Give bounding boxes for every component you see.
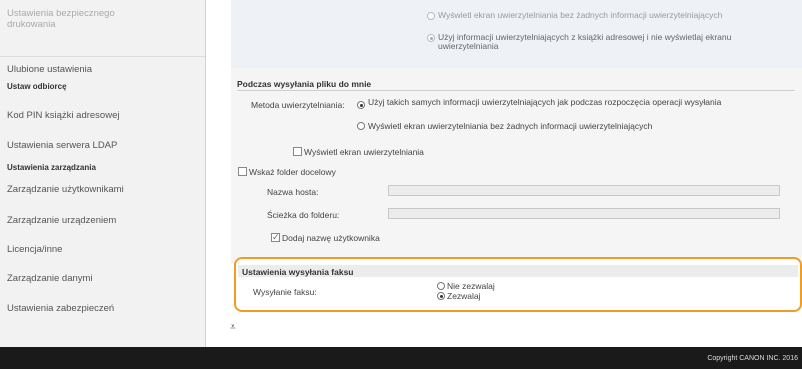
sidebar-item-license[interactable]: Licencja/inne: [7, 244, 199, 255]
auth-same-label: Użyj takich samych informacji uwierzytel…: [368, 97, 722, 107]
settings-panel: Wyświetl ekran uwierzytelniania bez żadn…: [231, 0, 802, 264]
folder-path-input[interactable]: [388, 208, 780, 219]
fax-section-title: Ustawienia wysyłania faksu: [242, 267, 354, 277]
fax-deny-label: Nie zezwalaj: [447, 281, 495, 291]
radio-top-opt1[interactable]: [427, 12, 435, 20]
sidebar-item-favorites[interactable]: Ulubione ustawienia: [7, 64, 199, 75]
auth-method-label: Metoda uwierzytelniania:: [251, 100, 345, 110]
radio-top-opt2[interactable]: [427, 34, 435, 42]
add-username-label: Dodaj nazwę użytkownika: [282, 233, 380, 243]
dest-folder-label: Wskaż folder docelowy: [249, 167, 336, 177]
sidebar-item-address-book-pin[interactable]: Kod PIN książki adresowej: [7, 110, 199, 121]
fax-send-label: Wysyłanie faksu:: [253, 287, 317, 297]
sidebar-item-ldap[interactable]: Ustawienia serwera LDAP: [7, 140, 199, 151]
top-options-area: Wyświetl ekran uwierzytelniania bez żadn…: [231, 0, 802, 68]
fax-allow-label: Zezwalaj: [447, 291, 481, 301]
top-opt1-label: Wyświetl ekran uwierzytelniania bez żadn…: [438, 10, 723, 20]
folder-path-label: Ścieżka do folderu:: [267, 210, 340, 220]
sidebar-section-management: Ustawienia zarządzania: [7, 163, 96, 172]
dest-folder-checkbox[interactable]: [238, 167, 247, 176]
fax-settings-box: Ustawienia wysyłania faksu Wysyłanie fak…: [234, 257, 802, 312]
footer: Copyright CANON INC. 2016: [0, 347, 802, 369]
add-username-checkbox[interactable]: [271, 232, 280, 243]
sidebar-item-device-management[interactable]: Zarządzanie urządzeniem: [7, 215, 199, 226]
sidebar-divider: [0, 56, 205, 57]
host-name-label: Nazwa hosta:: [267, 187, 319, 197]
show-auth-checkbox[interactable]: [293, 147, 302, 156]
to-top-icon[interactable]: ⩡: [230, 322, 236, 333]
section-divider: [237, 90, 795, 91]
file-send-section-title: Podczas wysyłania pliku do mnie: [237, 79, 372, 89]
host-name-input[interactable]: [388, 185, 780, 196]
copyright-text: Copyright CANON INC. 2016: [707, 355, 798, 362]
sidebar: Ustawienia bezpiecznego drukowania Ulubi…: [0, 0, 206, 347]
radio-auth-show[interactable]: [357, 122, 365, 130]
radio-auth-same[interactable]: [357, 101, 365, 109]
sidebar-item-user-management[interactable]: Zarządzanie użytkownikami: [7, 184, 199, 195]
top-opt2-label: Użyj informacji uwierzytelniających z ks…: [438, 32, 732, 51]
sidebar-section-recipient: Ustaw odbiorcę: [7, 82, 67, 91]
sidebar-item-secure-print[interactable]: Ustawienia bezpiecznego drukowania: [7, 8, 157, 30]
sidebar-item-security[interactable]: Ustawienia zabezpieczeń: [7, 303, 199, 314]
radio-fax-deny[interactable]: [437, 282, 445, 290]
auth-show-label: Wyświetl ekran uwierzytelniania bez żadn…: [368, 121, 653, 131]
sidebar-item-data-management[interactable]: Zarządzanie danymi: [7, 273, 199, 284]
radio-fax-allow[interactable]: [437, 292, 445, 300]
fax-section-header: Ustawienia wysyłania faksu: [238, 265, 798, 277]
main-content: Wyświetl ekran uwierzytelniania bez żadn…: [207, 0, 802, 347]
show-auth-label: Wyświetl ekran uwierzytelniania: [304, 147, 424, 157]
